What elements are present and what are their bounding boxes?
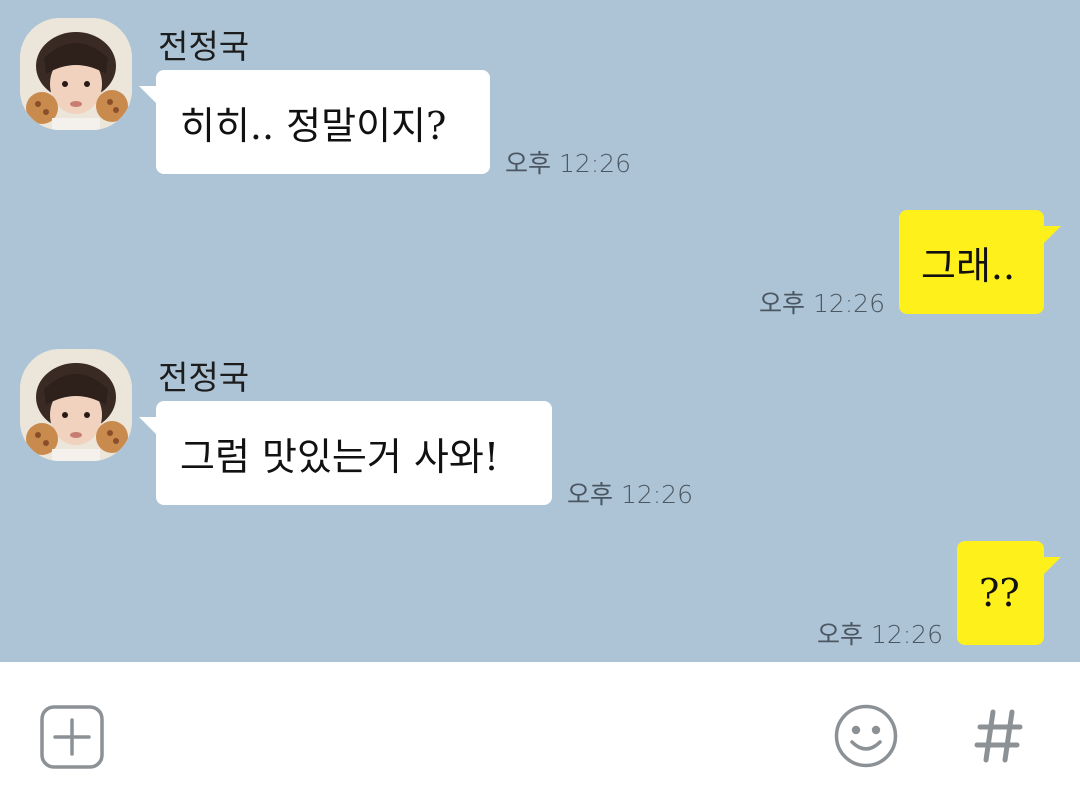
plus-button[interactable]	[40, 705, 104, 773]
message-timestamp: 오후 12:26	[817, 620, 943, 649]
message-timestamp: 오후 12:26	[505, 149, 631, 178]
bubble-tail	[1043, 557, 1061, 575]
emoji-icon	[834, 704, 898, 768]
bubble-tail	[139, 86, 157, 104]
message-text: 히히.. 정말이지?	[180, 103, 447, 148]
outgoing-message-bubble[interactable]: ??	[957, 541, 1044, 645]
bubble-tail	[1043, 226, 1061, 244]
emoji-button[interactable]	[834, 704, 898, 772]
message-timestamp: 오후 12:26	[759, 289, 885, 318]
message-text: 그래..	[921, 243, 1016, 288]
avatar-photo-icon	[20, 18, 132, 130]
sender-name: 전정국	[158, 358, 250, 397]
sender-name: 전정국	[158, 27, 250, 66]
incoming-message-bubble[interactable]: 그럼 맛있는거 사와!	[156, 401, 552, 505]
plus-icon	[40, 705, 104, 769]
message-text: ??	[979, 571, 1020, 615]
sender-avatar[interactable]	[20, 18, 132, 130]
chat-area[interactable]: 전정국 히히.. 정말이지? 오후 12:26 그래.. 오후 12:26 전정…	[0, 0, 1080, 662]
bubble-tail	[139, 417, 157, 435]
incoming-message-bubble[interactable]: 히히.. 정말이지?	[156, 70, 490, 174]
input-bar	[0, 662, 1080, 793]
sender-avatar[interactable]	[20, 349, 132, 461]
avatar-photo-icon	[20, 349, 132, 461]
message-text: 그럼 맛있는거 사와!	[180, 434, 500, 479]
hashtag-button[interactable]	[974, 708, 1024, 768]
message-timestamp: 오후 12:26	[567, 480, 693, 509]
hashtag-icon	[974, 709, 1023, 763]
outgoing-message-bubble[interactable]: 그래..	[899, 210, 1044, 314]
